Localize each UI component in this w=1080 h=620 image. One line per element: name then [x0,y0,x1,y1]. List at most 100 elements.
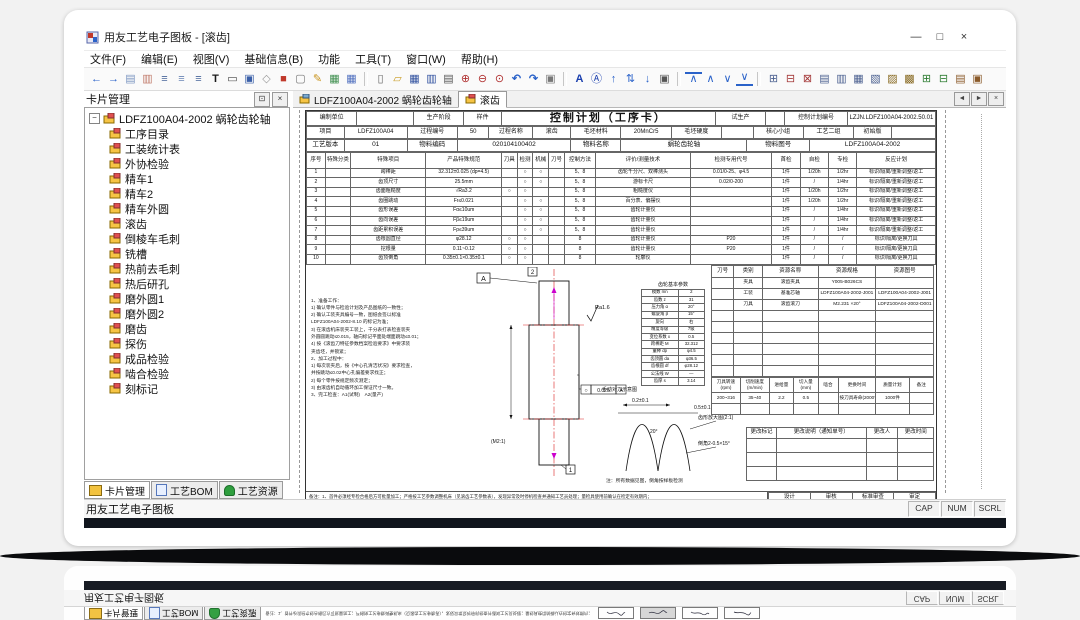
select-region-icon[interactable]: ▢ [292,71,309,87]
tree-item[interactable]: 磨外圆2 [109,306,289,321]
tree-item[interactable]: 成品检验 [109,351,289,366]
tree-item[interactable]: 倒棱车毛刺 [109,231,289,246]
collapse-icon[interactable]: − [89,113,100,124]
move-up-cell-icon[interactable]: ↑ [605,71,622,87]
move-down-cell-icon[interactable]: ↓ [639,71,656,87]
table-cell: 10 [307,254,326,264]
zoom-in-icon[interactable]: ⊕ [457,71,474,87]
pencil-icon[interactable]: ✎ [309,71,326,87]
tree-item[interactable]: 铣槽 [109,246,289,261]
to-top-icon[interactable]: ∧ [685,72,702,86]
paste-icon[interactable]: ▣ [542,71,559,87]
font-icon[interactable]: A [571,71,588,87]
menu-item[interactable]: 编辑(E) [141,51,178,67]
tab-card-manager[interactable]: 卡片管理 [84,481,150,499]
tab-scroll-left-icon[interactable]: ◄ [954,92,970,106]
up-icon[interactable]: ∧ [702,71,719,87]
clone-row-icon[interactable]: ⊞ [918,71,935,87]
menu-item[interactable]: 帮助(H) [461,51,498,67]
tree-item[interactable]: 热前去毛刺 [109,261,289,276]
minimize-button[interactable]: — [904,28,928,46]
tree-item[interactable]: 探伤 [109,336,289,351]
layer-down-icon[interactable]: ▥ [139,71,156,87]
menu-item[interactable]: 功能 [318,51,340,67]
paste-row-icon[interactable]: ▩ [901,71,918,87]
row-props-icon[interactable]: ▤ [816,71,833,87]
merge-cells-icon[interactable]: ▦ [850,71,867,87]
swap-cell-icon[interactable]: ⇅ [622,71,639,87]
save-icon[interactable]: ▦ [406,71,423,87]
tab-process-bom[interactable]: 工艺BOM [151,481,218,499]
frame-icon[interactable]: ▣ [656,71,673,87]
tab-scroll-right-icon[interactable]: ► [971,92,987,106]
note-line: 3) 由滚齿机自动循环加工保证尺寸一致。 [311,384,473,391]
table-cell: ○ [533,216,549,226]
back-icon[interactable]: ← [88,71,105,87]
remove-table-icon[interactable]: ⊠ [799,71,816,87]
pin-icon[interactable]: ⊡ [254,92,270,107]
zoom-fit-icon[interactable]: ⊙ [491,71,508,87]
tree-item[interactable]: 滚齿 [109,216,289,231]
doc-tab-gear-hobbing[interactable]: 滚齿 [458,91,507,108]
image-import-icon[interactable]: ▦ [326,71,343,87]
menu-item[interactable]: 基础信息(B) [244,51,303,67]
save-all-icon[interactable]: ▥ [423,71,440,87]
paste-card-icon[interactable]: ▣ [969,71,986,87]
print-icon[interactable]: ▤ [440,71,457,87]
column-header: 资源名称 [763,265,819,277]
redo-icon[interactable]: ↷ [525,71,542,87]
doc-tab-part[interactable]: LDFZ100A04-2002 蜗轮齿轮轴 [293,92,458,107]
down-icon[interactable]: ∨ [719,71,736,87]
tree-item[interactable]: 刻标记 [109,381,289,396]
tree-item[interactable]: 磨外圆1 [109,291,289,306]
filled-rect-icon[interactable]: ▣ [241,71,258,87]
col-props-icon[interactable]: ▥ [833,71,850,87]
tree-item[interactable]: 磨齿 [109,321,289,336]
copy-row-icon[interactable]: ▨ [884,71,901,87]
open-file-icon[interactable]: ▱ [389,71,406,87]
tree-item[interactable]: 啮合检验 [109,366,289,381]
document-canvas[interactable]: 编制单位生产阶段样件 控制计划（工序卡） 试生产控制计划编号LZJN.LDFZ1… [293,108,1006,499]
layer-up-icon[interactable]: ▤ [122,71,139,87]
menu-item[interactable]: 窗口(W) [406,51,446,67]
text-icon[interactable]: T [207,71,224,87]
tree-root[interactable]: − LDFZ100A04-2002 蜗轮齿轮轴 [89,111,289,126]
close-button[interactable]: × [952,28,976,46]
new-file-icon[interactable]: ▯ [372,71,389,87]
forward-icon[interactable]: → [105,71,122,87]
table-cell: Y005-B026CS [818,277,876,288]
delete-row-icon[interactable]: ⊟ [782,71,799,87]
tree-item[interactable]: 热后研孔 [109,276,289,291]
zoom-out-icon[interactable]: ⊖ [474,71,491,87]
tree-item[interactable]: 精车1 [109,171,289,186]
menu-item[interactable]: 工具(T) [355,51,391,67]
circle-text-icon[interactable]: Ⓐ [588,71,605,87]
cut-row-icon[interactable]: ⊟ [935,71,952,87]
undo-icon[interactable]: ↶ [508,71,525,87]
table-cell: 齿轮计量仪 [596,226,690,236]
align-bottom-icon[interactable]: ≡ [190,71,207,87]
to-bottom-icon[interactable]: ∨ [736,72,753,86]
column-header: 质量计划 [876,377,909,392]
split-cells-icon[interactable]: ▧ [867,71,884,87]
menu-item[interactable]: 视图(V) [193,51,230,67]
image-export-icon[interactable]: ▦ [343,71,360,87]
insert-row-icon[interactable]: ⊞ [765,71,782,87]
menu-item[interactable]: 文件(F) [90,51,126,67]
maximize-button[interactable]: □ [928,28,952,46]
tree-item[interactable]: 外协检验 [109,156,289,171]
align-top-icon[interactable]: ≡ [156,71,173,87]
copy-card-icon[interactable]: ▤ [952,71,969,87]
tree-item[interactable]: 工序目录 [109,126,289,141]
align-middle-icon[interactable]: ≡ [173,71,190,87]
tab-process-resource[interactable]: 工艺资源 [219,481,283,499]
tree-item[interactable]: 精车外圆 [109,201,289,216]
panel-close-icon[interactable]: × [272,92,288,107]
color-block-icon[interactable]: ■ [275,71,292,87]
rect-icon[interactable]: ▭ [224,71,241,87]
eraser-icon[interactable]: ◇ [258,71,275,87]
tab-close-icon[interactable]: × [988,92,1004,106]
card-icon [109,308,122,319]
tree-item[interactable]: 精车2 [109,186,289,201]
tree-item[interactable]: 工装统计表 [109,141,289,156]
